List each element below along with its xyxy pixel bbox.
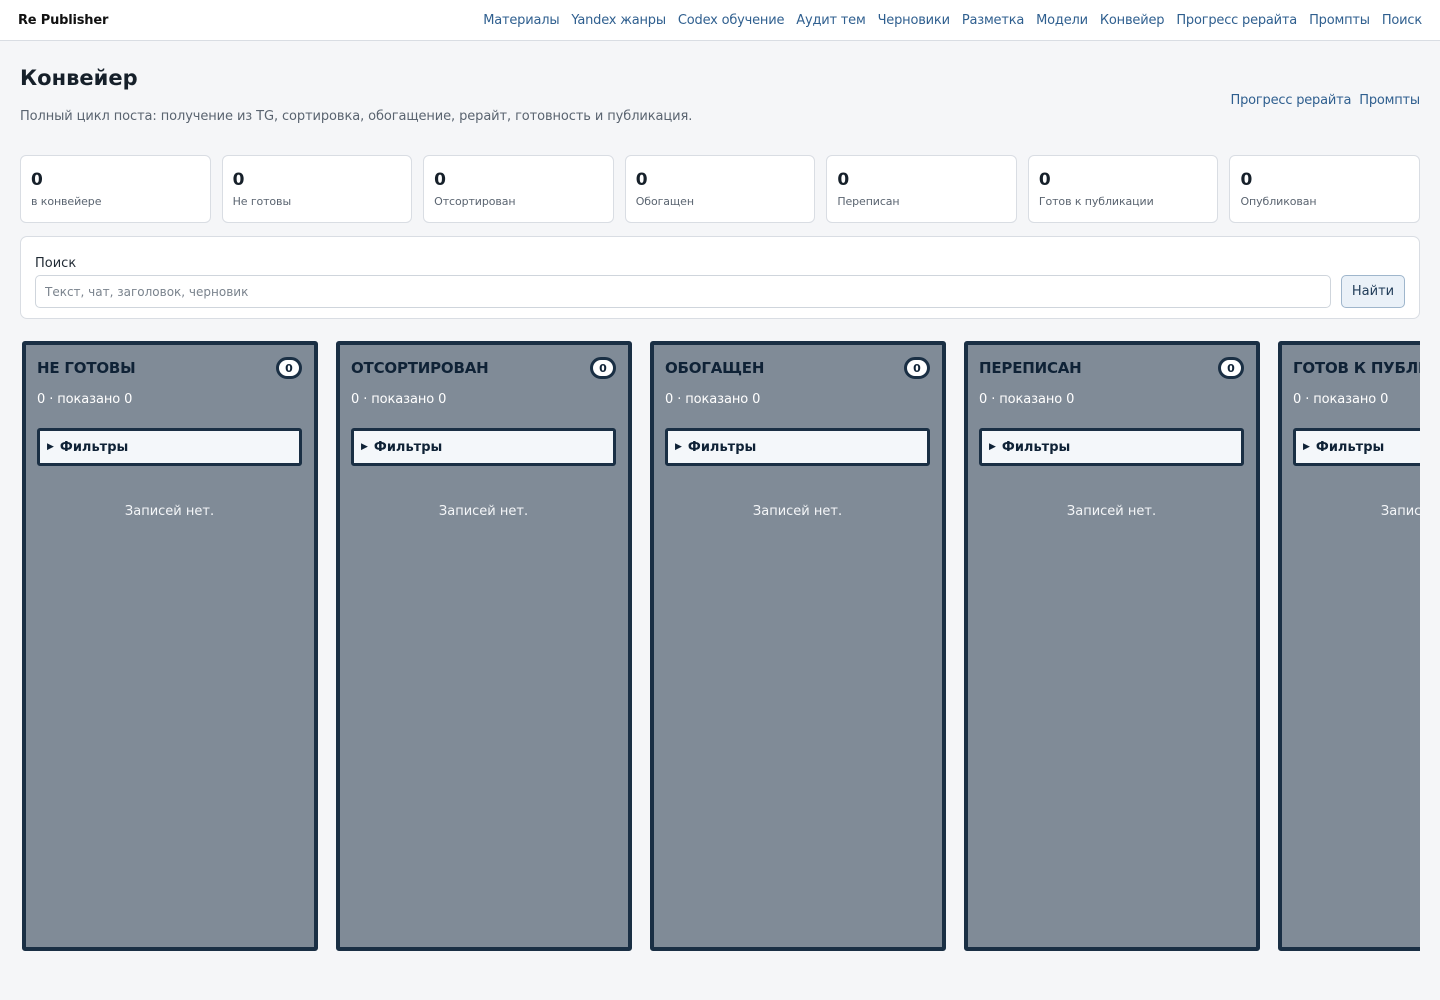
stat-value: 0: [1038, 170, 1051, 190]
filters-toggle[interactable]: ▶ Фильтры: [665, 428, 930, 466]
stat-label: Готов к публикации: [1038, 195, 1154, 208]
nav-models[interactable]: Модели: [1036, 13, 1088, 28]
search-row: Найти: [35, 275, 1405, 308]
filters-toggle[interactable]: ▶ Фильтры: [1293, 428, 1420, 466]
stat-value: 0: [434, 170, 446, 190]
header-links: Прогресс рерайта Промпты: [1231, 93, 1421, 108]
stat-label: Переписан: [837, 195, 900, 208]
column-not-ready: НЕ ГОТОВЫ 0 0 · показано 0 ▶ Фильтры Зап…: [22, 341, 318, 951]
nav-prompts[interactable]: Промпты: [1309, 13, 1370, 28]
stat-card-published: 0 Опубликован: [1229, 155, 1421, 223]
triangle-right-icon: ▶: [361, 442, 368, 452]
filters-label: Фильтры: [373, 439, 443, 455]
column-header: ОБОГАЩЕН 0: [665, 357, 930, 379]
column-header: ОТСОРТИРОВАН 0: [351, 357, 616, 379]
filters-label: Фильтры: [687, 439, 757, 455]
filters-label: Фильтры: [59, 439, 129, 455]
stat-label: Опубликован: [1240, 195, 1317, 208]
column-rewritten: ПЕРЕПИСАН 0 0 · показано 0 ▶ Фильтры Зап…: [964, 341, 1260, 951]
filters-toggle[interactable]: ▶ Фильтры: [351, 428, 616, 466]
filters-toggle[interactable]: ▶ Фильтры: [37, 428, 302, 466]
nav-markup[interactable]: Разметка: [962, 13, 1025, 28]
page-subtitle: Полный цикл поста: получение из TG, сорт…: [20, 109, 693, 124]
stat-value: 0: [232, 170, 245, 190]
kanban-board[interactable]: НЕ ГОТОВЫ 0 0 · показано 0 ▶ Фильтры Зап…: [20, 341, 1420, 951]
search-input[interactable]: [35, 275, 1331, 308]
stat-card-sorted: 0 Отсортирован: [423, 155, 614, 223]
nav-rewrite-progress[interactable]: Прогресс рерайта: [1176, 13, 1297, 28]
empty-message: Записей нет.: [438, 504, 529, 519]
search-label: Поиск: [35, 256, 77, 271]
nav-pipeline[interactable]: Конвейер: [1100, 13, 1165, 28]
stat-value: 0: [635, 170, 648, 190]
column-count-badge: 0: [1218, 357, 1244, 379]
stats-row: 0 в конвейере 0 Не готовы 0 Отсортирован…: [20, 155, 1421, 223]
link-rewrite-progress[interactable]: Прогресс рерайта: [1231, 93, 1352, 108]
filters-label: Фильтры: [1001, 439, 1071, 455]
column-shown-count: 0 · показано 0: [665, 392, 761, 407]
filters-label: Фильтры: [1315, 439, 1385, 455]
column-shown-count: 0 · показано 0: [37, 392, 133, 407]
search-button[interactable]: Найти: [1341, 275, 1405, 308]
stat-label: Отсортирован: [434, 195, 516, 208]
stat-card-rewritten: 0 Переписан: [826, 155, 1017, 223]
link-prompts[interactable]: Промпты: [1359, 93, 1420, 108]
column-header: ПЕРЕПИСАН 0: [979, 357, 1244, 379]
triangle-right-icon: ▶: [1303, 442, 1310, 452]
nav-yandex-genres[interactable]: Yandex жанры: [571, 13, 666, 28]
column-count-badge: 0: [276, 357, 302, 379]
stat-card-in-pipeline: 0 в конвейере: [20, 155, 211, 223]
stat-label: Не готовы: [232, 195, 292, 208]
main-nav: Материалы Yandex жанры Codex обучение Ау…: [483, 13, 1422, 28]
stat-value: 0: [837, 170, 850, 190]
empty-message: Записей нет.: [1066, 504, 1157, 519]
column-sorted: ОТСОРТИРОВАН 0 0 · показано 0 ▶ Фильтры …: [336, 341, 632, 951]
brand-logo[interactable]: Re Publisher: [18, 13, 108, 28]
column-title: ПЕРЕПИСАН: [979, 359, 1082, 377]
stat-value: 0: [31, 170, 43, 190]
empty-message: Записей нет.: [752, 504, 843, 519]
column-header: ГОТОВ К ПУБЛИКАЦИИ 0: [1293, 357, 1420, 379]
column-shown-count: 0 · показано 0: [1293, 392, 1389, 407]
column-ready-to-publish: ГОТОВ К ПУБЛИКАЦИИ 0 0 · показано 0 ▶ Фи…: [1278, 341, 1420, 951]
triangle-right-icon: ▶: [989, 442, 996, 452]
stat-card-ready-to-publish: 0 Готов к публикации: [1027, 155, 1219, 223]
top-navbar: Re Publisher Материалы Yandex жанры Code…: [0, 0, 1440, 41]
stat-value: 0: [1240, 170, 1253, 190]
column-title: ОТСОРТИРОВАН: [351, 359, 489, 377]
column-count-badge: 0: [590, 357, 616, 379]
triangle-right-icon: ▶: [675, 442, 682, 452]
column-shown-count: 0 · показано 0: [351, 392, 447, 407]
stat-label: Обогащен: [635, 195, 694, 208]
page-header: Конвейер Полный цикл поста: получение из…: [20, 41, 1420, 155]
page-title: Конвейер: [20, 66, 138, 90]
column-shown-count: 0 · показано 0: [979, 392, 1075, 407]
column-count-badge: 0: [904, 357, 930, 379]
column-title: НЕ ГОТОВЫ: [37, 359, 136, 377]
stat-label: в конвейере: [31, 195, 102, 208]
triangle-right-icon: ▶: [47, 442, 54, 452]
stat-card-enriched: 0 Обогащен: [624, 155, 816, 223]
main-content: Конвейер Полный цикл поста: получение из…: [0, 41, 1440, 951]
filters-toggle[interactable]: ▶ Фильтры: [979, 428, 1244, 466]
nav-drafts[interactable]: Черновики: [878, 13, 950, 28]
empty-message: Записей нет.: [124, 504, 215, 519]
nav-search[interactable]: Поиск: [1382, 13, 1422, 28]
nav-codex-training[interactable]: Codex обучение: [678, 13, 785, 28]
column-header: НЕ ГОТОВЫ 0: [37, 357, 302, 379]
search-panel: Поиск Найти: [20, 236, 1420, 319]
empty-message: Записей нет.: [1380, 504, 1420, 519]
stat-card-not-ready: 0 Не готовы: [221, 155, 413, 223]
column-title: ГОТОВ К ПУБЛИКАЦИИ: [1293, 359, 1420, 377]
column-title: ОБОГАЩЕН: [665, 359, 765, 377]
nav-topic-audit[interactable]: Аудит тем: [796, 13, 866, 28]
column-enriched: ОБОГАЩЕН 0 0 · показано 0 ▶ Фильтры Запи…: [650, 341, 946, 951]
nav-materials[interactable]: Материалы: [483, 13, 559, 28]
